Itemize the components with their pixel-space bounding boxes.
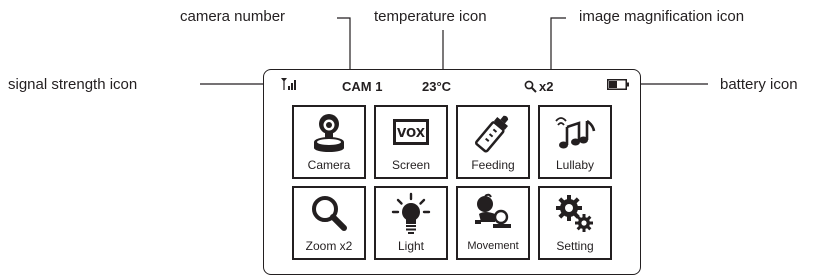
magnifier-icon <box>524 80 537 93</box>
camera-number: CAM 1 <box>342 79 383 94</box>
camera-icon <box>314 114 344 152</box>
menu-label: Light <box>397 239 425 253</box>
zoom-level: x2 <box>539 79 554 94</box>
menu-label: Zoom x2 <box>305 239 353 253</box>
callout-camera-number: camera number <box>180 8 286 25</box>
light-bulb-icon <box>391 192 431 234</box>
vox-icon-text: VOX <box>397 126 426 140</box>
battery-icon <box>607 79 629 90</box>
zoom-indicator: x2 <box>524 80 553 93</box>
menu-tile-light[interactable]: Light <box>374 186 448 260</box>
menu-tile-camera[interactable]: Camera <box>292 105 366 179</box>
menu-label: Lullaby <box>555 158 595 172</box>
menu-tile-setting[interactable]: Setting <box>538 186 612 260</box>
menu-tile-screen[interactable]: VOX Screen <box>374 105 448 179</box>
menu-label: Movement <box>467 240 519 252</box>
monitor-screen: CAM 1 23°C x2 Camera VOX Screen Feeding … <box>263 69 641 275</box>
callout-signal-strength-icon: signal strength icon <box>8 76 138 93</box>
temperature-reading: 23°C <box>422 79 452 94</box>
crawling-baby-icon <box>475 193 511 228</box>
menu-label: Feeding <box>471 158 515 172</box>
menu-label: Camera <box>307 158 351 172</box>
music-notes-icon <box>555 117 596 149</box>
vox-icon: VOX <box>393 119 429 145</box>
battery-fill <box>609 81 617 88</box>
magnifier-icon <box>312 196 347 231</box>
menu-label: Setting <box>556 239 594 253</box>
leader-camera-number <box>337 17 351 72</box>
baby-bottle-icon <box>474 115 509 153</box>
menu-tile-zoom[interactable]: Zoom x2 <box>292 186 366 260</box>
leader-magnification <box>550 17 566 72</box>
menu-tile-feeding[interactable]: Feeding <box>456 105 530 179</box>
callout-battery-icon: battery icon <box>720 76 798 93</box>
callout-image-magnification-icon: image magnification icon <box>579 8 745 25</box>
gears-icon <box>556 195 593 232</box>
menu-label: Screen <box>391 158 431 172</box>
menu-tile-lullaby[interactable]: Lullaby <box>538 105 612 179</box>
menu-tile-movement[interactable]: Movement <box>456 186 530 260</box>
signal-strength-icon <box>281 78 296 90</box>
callout-temperature-icon: temperature icon <box>374 8 487 25</box>
